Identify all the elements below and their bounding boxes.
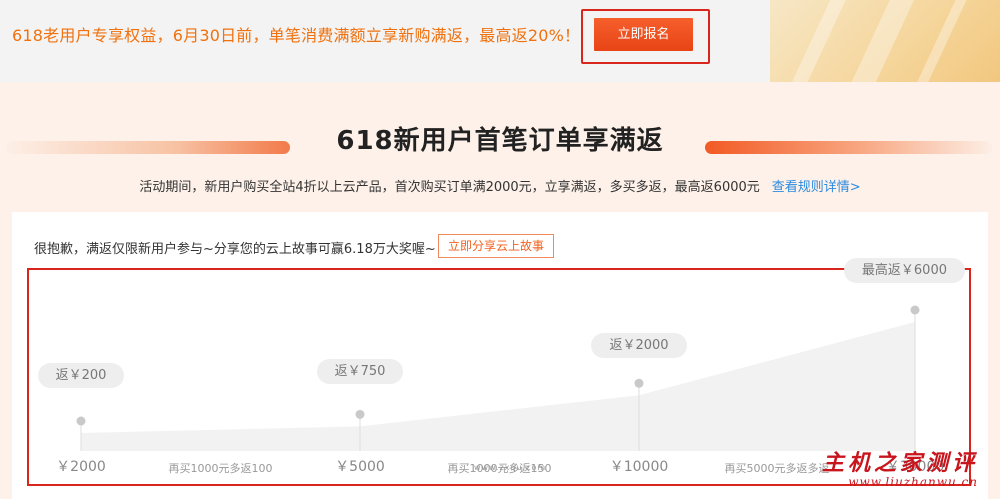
tier-spend-label: ￥2000 xyxy=(56,459,106,475)
promo-title: 618新用户首笔订单享满返 xyxy=(336,126,664,156)
tier-spend-label: ￥10000 xyxy=(609,459,669,475)
top-banner: 618老用户专享权益，6月30日前，单笔消费满额立享新购满返，最高返20%！ xyxy=(0,0,1000,82)
rules-link[interactable]: 查看规则详情> xyxy=(772,180,861,195)
tier-dot xyxy=(634,378,644,388)
tier-gap-label: 再买1000元多返150 xyxy=(447,462,552,475)
tier-gap-label: 再买1000元多返100 xyxy=(168,462,273,475)
watermark-url: www.liuzhanwu.cn xyxy=(848,475,978,489)
register-button[interactable]: 立即报名 xyxy=(594,18,693,51)
banner-text: 618老用户专享权益，6月30日前，单笔消费满额立享新购满返，最高返20%！ xyxy=(12,26,581,45)
tier-dot xyxy=(910,305,920,315)
watermark-cn: 主机之家测评 xyxy=(821,450,978,476)
site-watermark: 主机之家测评 www.liuzhanwu.cn xyxy=(822,445,978,489)
promo-description-line: 活动期间，新用户购买全站4折以上云产品，首次购买订单满2000元，立享满返，多买… xyxy=(0,176,1000,195)
promo-description: 活动期间，新用户购买全站4折以上云产品，首次购买订单满2000元，立享满返，多买… xyxy=(139,180,760,195)
banner-decoration xyxy=(770,0,1000,82)
tier-dot xyxy=(76,416,86,426)
notice-text: 很抱歉，满返仅限新用户参与~分享您的云上故事可赢6.18万大奖喔~ xyxy=(34,242,436,257)
tier-dot xyxy=(355,409,365,419)
reward-area xyxy=(81,322,915,451)
tier-reward-pill: 返￥750 xyxy=(316,359,404,385)
tier-reward-pill: 最高返￥6000 xyxy=(843,258,965,283)
tier-reward-pill: 返￥200 xyxy=(37,363,125,388)
tier-reward-pill: 返￥2000 xyxy=(591,333,687,359)
share-story-button[interactable]: 立即分享云上故事 xyxy=(438,234,554,258)
tier-spend-label: ￥5000 xyxy=(335,459,385,475)
tier-gap-label: 再买5000元多返多返 xyxy=(724,462,830,475)
